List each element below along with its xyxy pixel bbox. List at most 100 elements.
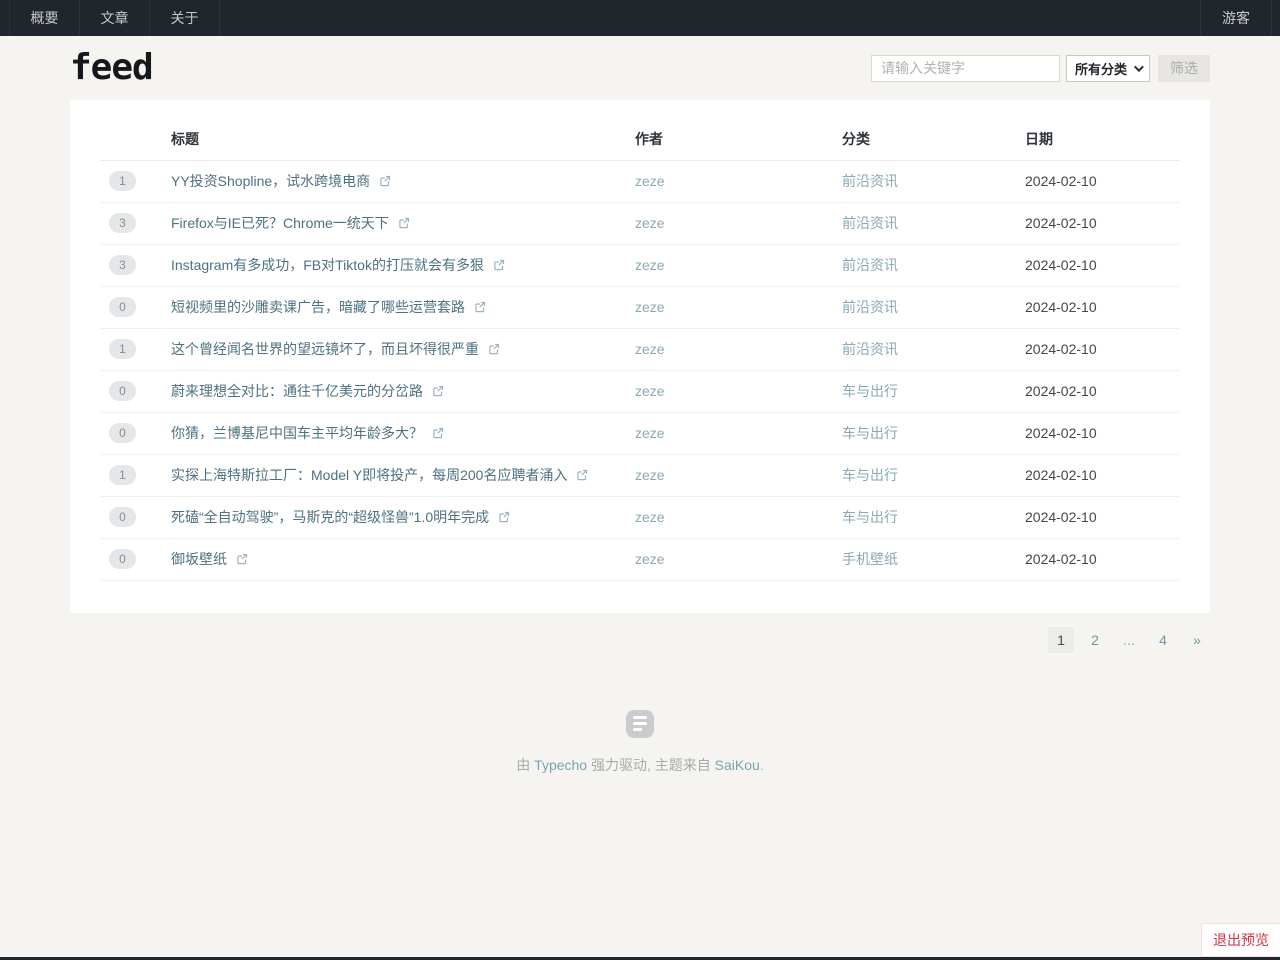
author-link[interactable]: zeze	[635, 257, 665, 273]
table-row: 0 御坂壁纸 zeze 手机壁纸 2024-02-10	[100, 538, 1180, 580]
footer-credit: 由 Typecho 强力驱动, 主题来自 SaiKou.	[0, 755, 1280, 775]
external-link-icon	[493, 259, 505, 271]
author-link[interactable]: zeze	[635, 551, 665, 567]
external-link-icon	[379, 175, 391, 187]
typecho-link[interactable]: Typecho	[534, 757, 587, 773]
footer-text-mid: 强力驱动, 主题来自	[587, 757, 715, 773]
comment-count-badge: 0	[109, 297, 136, 317]
post-title-link[interactable]: YY投资Shopline，试水跨境电商	[171, 173, 370, 189]
nav-item-guest[interactable]: 游客	[1200, 0, 1272, 36]
comment-count-badge: 1	[109, 171, 136, 191]
pagination-item[interactable]: »	[1184, 627, 1210, 653]
post-title-link[interactable]: 短视频里的沙雕卖课广告，暗藏了哪些运营套路	[171, 299, 465, 315]
author-link[interactable]: zeze	[635, 467, 665, 483]
author-link[interactable]: zeze	[635, 509, 665, 525]
post-date: 2024-02-10	[1025, 467, 1097, 483]
post-title-link[interactable]: 御坂壁纸	[171, 551, 227, 567]
external-link-icon	[398, 217, 410, 229]
category-link[interactable]: 前沿资讯	[842, 341, 898, 357]
post-date: 2024-02-10	[1025, 509, 1097, 525]
post-title-link[interactable]: Firefox与IE已死？Chrome一统天下	[171, 215, 389, 231]
search-input[interactable]	[871, 55, 1060, 82]
post-title-link[interactable]: Instagram有多成功，FB对Tiktok的打压就会有多狠	[171, 257, 484, 273]
external-link-icon	[488, 343, 500, 355]
table-row: 1 实探上海特斯拉工厂：Model Y即将投产，每周200名应聘者涌入 zeze…	[100, 454, 1180, 496]
category-link[interactable]: 车与出行	[842, 425, 898, 441]
table-row: 0 死磕“全自动驾驶”，马斯克的“超级怪兽”1.0明年完成 zeze 车与出行 …	[100, 496, 1180, 538]
exit-preview-button[interactable]: 退出预览	[1201, 923, 1280, 957]
post-title-link[interactable]: 你猜，兰博基尼中国车主平均年龄多大？	[171, 425, 423, 441]
nav-item[interactable]: 文章	[80, 0, 150, 36]
table-row: 1 YY投资Shopline，试水跨境电商 zeze 前沿资讯 2024-02-…	[100, 160, 1180, 202]
table-row: 1 这个曾经闻名世界的望远镜坏了，而且坏得很严重 zeze 前沿资讯 2024-…	[100, 328, 1180, 370]
typecho-logo-icon	[626, 710, 654, 738]
post-date: 2024-02-10	[1025, 215, 1097, 231]
saikou-link[interactable]: SaiKou	[715, 757, 760, 773]
site-logo[interactable]: feed	[70, 50, 153, 86]
table-row: 0 蔚来理想全对比：通往千亿美元的分岔路 zeze 车与出行 2024-02-1…	[100, 370, 1180, 412]
nav-user-area: 游客	[1200, 0, 1272, 36]
external-link-icon	[432, 427, 444, 439]
comment-count-badge: 1	[109, 339, 136, 359]
comment-count-badge: 0	[109, 507, 136, 527]
category-link[interactable]: 前沿资讯	[842, 257, 898, 273]
category-link[interactable]: 前沿资讯	[842, 173, 898, 189]
posts-panel: 标题 作者 分类 日期 1 YY投资Shopline，试水跨境电商 zeze 前…	[70, 100, 1210, 613]
filter-button[interactable]: 筛选	[1158, 55, 1210, 82]
nav-item[interactable]: 关于	[150, 0, 220, 36]
post-date: 2024-02-10	[1025, 341, 1097, 357]
table-row: 3 Instagram有多成功，FB对Tiktok的打压就会有多狠 zeze 前…	[100, 244, 1180, 286]
top-navbar: 概要 文章 关于 游客	[0, 0, 1280, 36]
header-title: 标题	[171, 119, 635, 160]
author-link[interactable]: zeze	[635, 215, 665, 231]
category-link[interactable]: 前沿资讯	[842, 215, 898, 231]
table-row: 0 短视频里的沙雕卖课广告，暗藏了哪些运营套路 zeze 前沿资讯 2024-0…	[100, 286, 1180, 328]
pagination-item[interactable]: 2	[1082, 627, 1108, 653]
footer-text-prefix: 由	[516, 757, 534, 773]
comment-count-badge: 1	[109, 465, 136, 485]
page-footer: 由 Typecho 强力驱动, 主题来自 SaiKou.	[0, 710, 1280, 775]
header-date: 日期	[1025, 119, 1180, 160]
pagination: 1 2 ... 4 »	[70, 627, 1210, 653]
post-title-link[interactable]: 实探上海特斯拉工厂：Model Y即将投产，每周200名应聘者涌入	[171, 467, 567, 483]
table-row: 3 Firefox与IE已死？Chrome一统天下 zeze 前沿资讯 2024…	[100, 202, 1180, 244]
post-date: 2024-02-10	[1025, 383, 1097, 399]
author-link[interactable]: zeze	[635, 341, 665, 357]
author-link[interactable]: zeze	[635, 383, 665, 399]
nav-item[interactable]: 概要	[10, 0, 80, 36]
author-link[interactable]: zeze	[635, 425, 665, 441]
category-link[interactable]: 车与出行	[842, 467, 898, 483]
comment-count-badge: 0	[109, 549, 136, 569]
author-link[interactable]: zeze	[635, 173, 665, 189]
site-header: feed 所有分类 筛选	[70, 36, 1210, 100]
comment-count-badge: 3	[109, 213, 136, 233]
external-link-icon	[432, 385, 444, 397]
category-select[interactable]: 所有分类	[1066, 55, 1150, 82]
table-row: 0 你猜，兰博基尼中国车主平均年龄多大？ zeze 车与出行 2024-02-1…	[100, 412, 1180, 454]
footer-text-suffix: .	[760, 757, 764, 773]
post-date: 2024-02-10	[1025, 425, 1097, 441]
external-link-icon	[474, 301, 486, 313]
posts-table: 标题 作者 分类 日期 1 YY投资Shopline，试水跨境电商 zeze 前…	[100, 119, 1180, 581]
filter-controls: 所有分类 筛选	[871, 55, 1210, 82]
post-title-link[interactable]: 死磕“全自动驾驶”，马斯克的“超级怪兽”1.0明年完成	[171, 509, 489, 525]
post-date: 2024-02-10	[1025, 299, 1097, 315]
pagination-item: 1	[1048, 627, 1074, 653]
post-title-link[interactable]: 这个曾经闻名世界的望远镜坏了，而且坏得很严重	[171, 341, 479, 357]
comment-count-badge: 3	[109, 255, 136, 275]
category-link[interactable]: 车与出行	[842, 383, 898, 399]
category-link[interactable]: 手机壁纸	[842, 551, 898, 567]
post-date: 2024-02-10	[1025, 173, 1097, 189]
pagination-item[interactable]: 4	[1150, 627, 1176, 653]
table-header-row: 标题 作者 分类 日期	[100, 119, 1180, 160]
header-comments	[100, 119, 171, 160]
category-link[interactable]: 前沿资讯	[842, 299, 898, 315]
author-link[interactable]: zeze	[635, 299, 665, 315]
chevron-down-icon	[1134, 62, 1144, 72]
nav-menu: 概要 文章 关于	[9, 0, 220, 36]
comment-count-badge: 0	[109, 381, 136, 401]
external-link-icon	[576, 469, 588, 481]
category-link[interactable]: 车与出行	[842, 509, 898, 525]
post-title-link[interactable]: 蔚来理想全对比：通往千亿美元的分岔路	[171, 383, 423, 399]
post-date: 2024-02-10	[1025, 257, 1097, 273]
